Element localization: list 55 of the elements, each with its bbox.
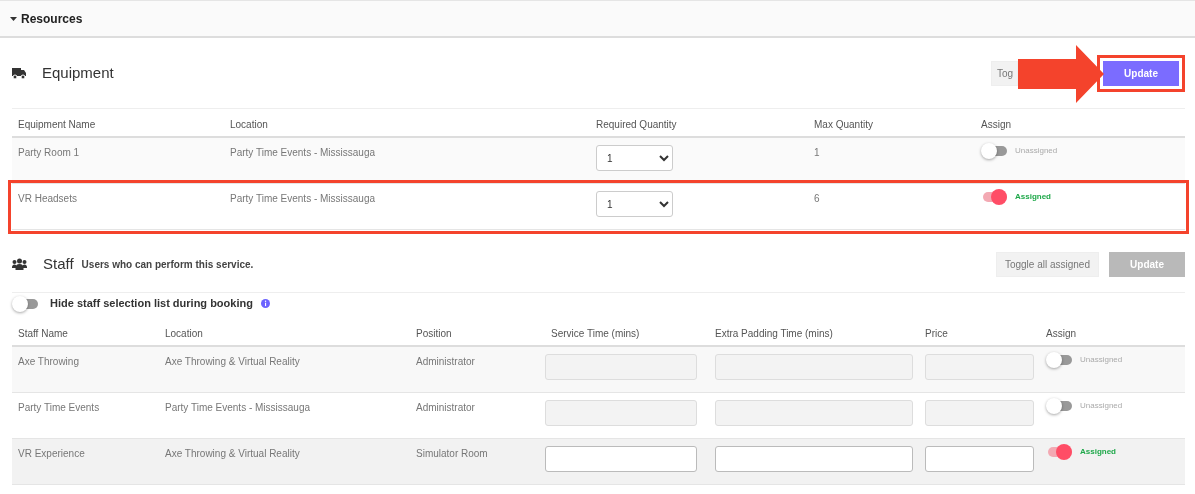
toggle-switch[interactable] [1046, 352, 1072, 368]
table-cell-text: Axe Throwing & Virtual Reality [165, 447, 301, 461]
section-heading: Staff [43, 253, 74, 274]
assign-status: Unassigned [1015, 145, 1058, 157]
column-header: Position [416, 327, 453, 341]
section-heading: Equipment [42, 62, 114, 83]
section-title[interactable]: Resources [21, 9, 83, 28]
table-cell-text: Axe Throwing [18, 355, 80, 369]
column-header: Service Time (mins) [551, 327, 641, 341]
column-header: Location [230, 118, 269, 132]
toggle-switch[interactable] [981, 143, 1007, 159]
assign-status: Unassigned [1080, 354, 1123, 366]
column-header: Required Quantity [596, 118, 678, 132]
table-cell-text: Party Time Events - Mississauga [165, 401, 312, 415]
caret-icon[interactable] [10, 16, 17, 21]
toggle-switch[interactable] [981, 189, 1007, 205]
table-cell-text: Party Time Events - Mississauga [230, 146, 377, 160]
assign-status: Assigned [1080, 446, 1116, 458]
assign-status: Assigned [1015, 191, 1051, 203]
assign-status: Unassigned [1080, 400, 1123, 412]
table-cell-text: Party Time Events - Mississauga [230, 192, 377, 206]
column-header: Max Quantity [814, 118, 874, 132]
table-cell-text: Administrator [416, 401, 476, 415]
input-field[interactable] [925, 446, 1034, 472]
column-header: Assign [981, 118, 1012, 132]
section-subtitle: Users who can perform this service. [81, 257, 254, 272]
users-icon [12, 258, 27, 270]
toggle-all-button[interactable]: Tog [991, 60, 1018, 86]
quantity-select[interactable]: 1 [596, 145, 673, 171]
table-cell-text: 6 [814, 192, 821, 206]
table-cell-text: Party Room 1 [18, 146, 81, 160]
column-header: Equipment Name [18, 118, 97, 132]
column-header: Assign [1046, 327, 1077, 341]
input-field[interactable] [715, 446, 913, 472]
table-cell-text: 1 [814, 146, 821, 160]
table-cell-text: Party Time Events [18, 401, 101, 415]
table-cell-text: Axe Throwing & Virtual Reality [165, 355, 301, 369]
column-header: Extra Padding Time (mins) [715, 327, 834, 341]
table-cell-text: VR Experience [18, 447, 86, 461]
info-icon[interactable] [260, 299, 270, 308]
toggle-all-button[interactable]: Toggle all assigned [995, 251, 1099, 277]
quantity-select[interactable]: 1 [596, 191, 673, 217]
update-button[interactable]: Update [1103, 60, 1179, 86]
table-cell-text: VR Headsets [18, 192, 78, 206]
column-header: Price [925, 327, 949, 341]
table-cell-text: Administrator [416, 355, 476, 369]
table-cell-text: Simulator Room [416, 447, 489, 461]
toggle-switch[interactable] [1046, 444, 1072, 460]
toggle-switch[interactable] [12, 295, 38, 312]
truck-icon [12, 67, 26, 79]
column-header: Location [165, 327, 204, 341]
toggle-switch[interactable] [1046, 398, 1072, 414]
column-header: Staff Name [18, 327, 69, 341]
input-field[interactable] [545, 446, 697, 472]
toggle-label: Hide staff selection list during booking [50, 296, 253, 312]
